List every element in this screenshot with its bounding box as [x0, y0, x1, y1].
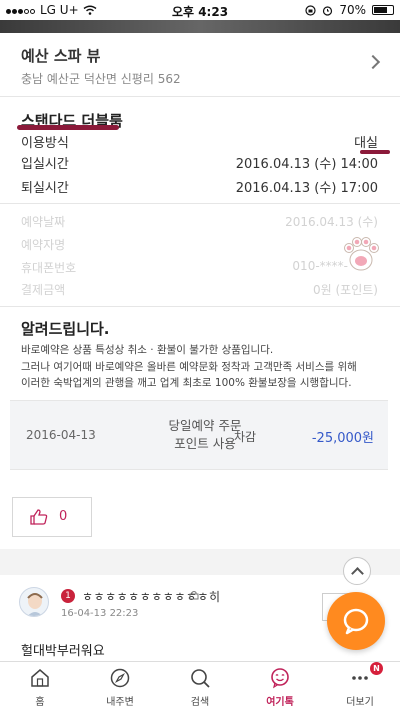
user-level-badge: 1 [61, 589, 75, 603]
info-value: 2016.04.13 (수) 14:00 [235, 157, 378, 172]
highlight-marker [17, 125, 119, 130]
avatar-image-icon [27, 593, 43, 616]
nav-label: 여기톡 [266, 697, 294, 708]
info-label: 퇴실시간 [21, 181, 69, 196]
hotel-card[interactable]: 예산 스파 뷰 충남 예산군 덕산면 신평리 562 [0, 33, 400, 97]
nav-label: 홈 [35, 697, 45, 708]
thumbs-up-icon [30, 509, 48, 525]
reservation-label: 예약자명 [21, 238, 66, 252]
avatar[interactable] [19, 587, 49, 617]
notice-line: 그러나 여기어때 바로예약은 올바른 예약문화 정착과 고객만족 서비스를 위해 [21, 361, 357, 373]
reservation-label: 휴대폰번호 [21, 261, 77, 275]
nav-label: 더보기 [346, 697, 374, 708]
reservation-value: 010-****- [292, 259, 348, 273]
info-row-checkin: 입실시간 2016.04.13 (수) 14:00 [21, 153, 378, 172]
comment-timestamp: 16-04-13 22:23 [61, 608, 139, 619]
divider [0, 203, 400, 204]
reservation-row-phone: 휴대폰번호 010-****- [21, 259, 378, 277]
info-label: 이용방식 [21, 136, 69, 151]
reservation-value: 2016.04.13 (수) [285, 215, 378, 229]
report-icon[interactable] [189, 590, 199, 600]
notice-title: 알려드립니다. [21, 320, 110, 338]
comment-username: ㅎㅎㅎㅎㅎㅎㅎㅎㅎㅎㅎ히 [82, 590, 221, 604]
new-badge: N [370, 662, 383, 675]
nav-item-search[interactable]: 검색 [160, 662, 240, 709]
battery-icon [372, 5, 394, 15]
compass-icon [110, 668, 130, 688]
talk-icon [271, 668, 289, 689]
reservation-value: 0원 (포인트) [313, 283, 378, 297]
reservation-label: 예약날짜 [21, 215, 66, 229]
reservation-row-payment: 결제금액 0원 (포인트) [21, 281, 378, 299]
notice-line: 바로예약은 상품 특성상 취소 · 환불이 불가한 상품입니다. [21, 344, 274, 356]
point-amount: -25,000원 [311, 431, 374, 446]
point-type: 차감 [234, 430, 257, 444]
notice-line: 이러한 숙박업계의 관행을 깨고 업계 최초로 100% 환불보장을 시행합니다… [21, 377, 352, 389]
point-date: 2016-04-13 [26, 428, 96, 442]
paw-sticker-icon [344, 237, 379, 271]
nav-label: 검색 [190, 697, 210, 708]
info-row-usage: 이용방식 대실 [21, 132, 378, 151]
info-value: 2016.04.13 (수) 17:00 [235, 181, 378, 196]
hotel-address: 충남 예산군 덕산면 신평리 562 [21, 72, 181, 86]
scroll-to-top-button[interactable] [343, 557, 371, 585]
reservation-row-date: 예약날짜 2016.04.13 (수) [21, 213, 378, 231]
status-bar: LG U+ 오후 4:23 70% [0, 0, 400, 20]
lock-rotation-icon [305, 4, 316, 16]
battery-percent: 70% [339, 3, 366, 17]
info-label: 입실시간 [21, 157, 69, 172]
reservation-row-name: 예약자명 [21, 236, 378, 254]
info-row-checkout: 퇴실시간 2016.04.13 (수) 17:00 [21, 177, 378, 196]
like-button[interactable]: 0 [12, 497, 92, 537]
nav-item-talk[interactable]: 여기톡 [240, 662, 320, 709]
chevron-right-icon [365, 54, 381, 70]
bottom-nav: 홈 내주변 검색 여기톡 N 더보기 [0, 661, 400, 709]
alarm-icon [323, 5, 333, 16]
more-icon [352, 676, 368, 680]
home-icon [31, 669, 49, 687]
info-value: 대실 [354, 136, 378, 151]
comment-text: 헐대박부러워요 [21, 644, 105, 659]
section-separator [0, 549, 400, 575]
chat-fab-button[interactable] [327, 592, 385, 650]
point-history-row: 2016-04-13 당일예약 주문 포인트 사용 차감 -25,000원 [10, 400, 388, 470]
nav-item-home[interactable]: 홈 [0, 662, 80, 709]
nav-item-nearby[interactable]: 내주변 [80, 662, 160, 709]
search-icon [191, 669, 210, 688]
hotel-image-strip [0, 20, 400, 33]
reservation-label: 결제금액 [21, 283, 66, 297]
chat-bubble-icon [343, 608, 369, 635]
like-count: 0 [59, 509, 68, 524]
nav-label: 내주변 [106, 697, 134, 708]
nav-item-more[interactable]: N 더보기 [320, 662, 400, 709]
hotel-name: 예산 스파 뷰 [21, 47, 101, 65]
divider [0, 306, 400, 307]
